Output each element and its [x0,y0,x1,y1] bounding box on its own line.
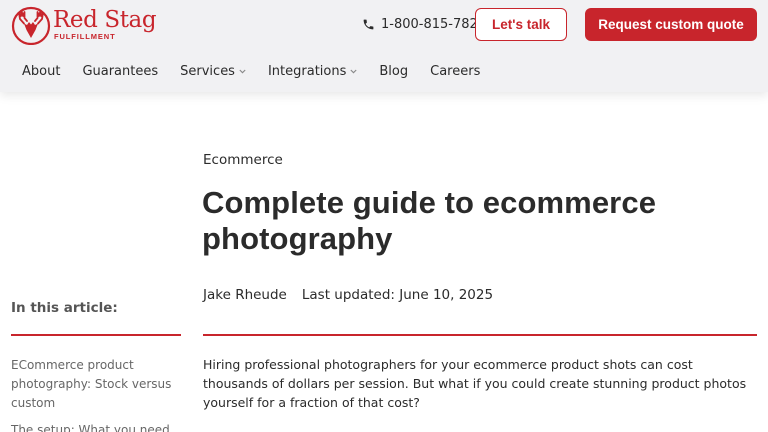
toc-item[interactable]: ECommerce product photography: Stock ver… [11,356,181,413]
article-category-link[interactable]: Ecommerce [203,152,283,168]
nav-item-guarantees[interactable]: Guarantees [82,64,158,79]
nav-item-integrations[interactable]: Integrations [268,64,357,79]
nav-item-careers[interactable]: Careers [430,64,480,79]
nav-item-label: Services [180,63,235,79]
lets-talk-button[interactable]: Let's talk [475,8,567,41]
nav-item-services[interactable]: Services [180,64,246,79]
nav-item-label: Blog [379,63,409,79]
stag-head-icon [11,6,51,45]
toc-heading: In this article: [11,300,118,316]
brand-name: Red Stag [53,7,157,34]
nav-item-blog[interactable]: Blog [379,64,408,79]
nav-item-label: Careers [430,63,481,79]
chevron-down-icon [350,69,357,74]
main-nav: About Guarantees Services Integrations B… [22,62,502,80]
nav-item-label: Guarantees [82,63,159,79]
nav-item-label: Integrations [267,63,347,79]
request-quote-button[interactable]: Request custom quote [585,8,757,41]
phone-number: 1-800-815-7824 [381,16,487,32]
chevron-down-icon [239,69,246,74]
phone-link[interactable]: 1-800-815-7824 [362,15,486,33]
toc-item[interactable]: The setup: What you need [11,421,181,432]
toc-divider [11,334,181,336]
article-intro: Hiring professional photographers for yo… [203,357,747,410]
phone-icon [363,19,374,29]
article-divider [203,334,757,336]
article-author[interactable]: Jake Rheude [203,287,287,303]
article-updated-date: Last updated: June 10, 2025 [301,287,494,303]
toc-list: ECommerce product photography: Stock ver… [11,356,181,432]
nav-item-label: About [22,63,61,79]
brand-logo[interactable]: Red Stag FULFILLMENT [11,5,157,45]
brand-subtitle: FULFILLMENT [54,32,116,42]
brand-wordmark: Red Stag FULFILLMENT [53,7,157,42]
article-meta: Jake Rheude Last updated: June 10, 2025 [203,287,493,303]
nav-item-about[interactable]: About [22,64,60,79]
article-title: Complete guide to ecommerce photography [202,185,657,256]
site-header: Red Stag FULFILLMENT 1-800-815-7824 Let'… [0,0,768,92]
